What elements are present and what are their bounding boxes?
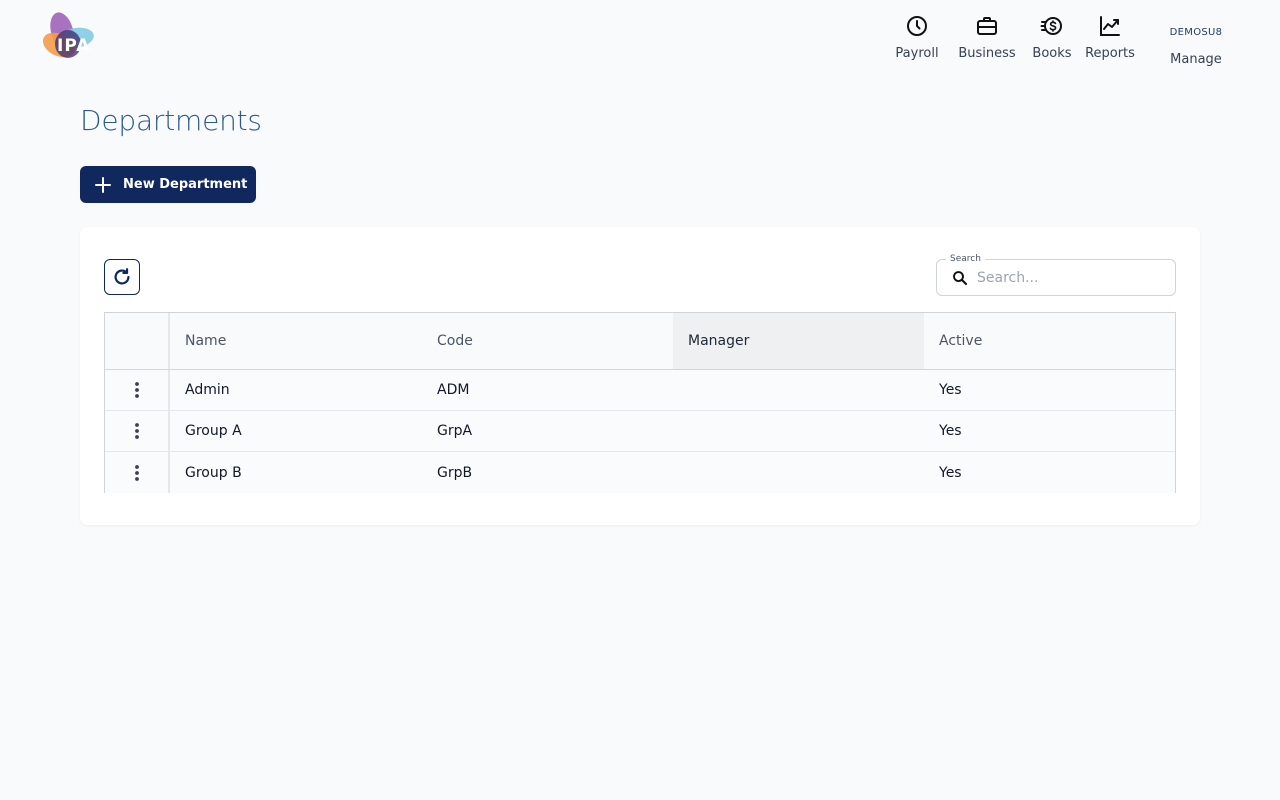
cell-code: GrpB bbox=[437, 464, 473, 481]
plus-icon bbox=[95, 176, 111, 193]
new-department-button[interactable]: New Department bbox=[80, 166, 256, 203]
main-nav: Payroll Business Books Reports DEMOSU8 M… bbox=[880, 14, 1226, 70]
departments-table: Name Code Manager Active Admin ADM Yes G… bbox=[104, 312, 1176, 493]
nav-reports[interactable]: Reports bbox=[1082, 14, 1138, 70]
row-actions bbox=[105, 370, 170, 410]
departments-card: Search Name Code Manager Active Admin AD… bbox=[80, 227, 1200, 525]
ipa-logo[interactable]: IPA bbox=[36, 11, 96, 65]
nav-books-label: Books bbox=[1032, 46, 1072, 61]
cell-manager bbox=[673, 411, 924, 451]
cell-active: Yes bbox=[939, 382, 962, 398]
kebab-menu-icon[interactable] bbox=[128, 422, 146, 440]
header-actions bbox=[105, 313, 170, 369]
app-header: IPA Payroll Business Books Reports DEMOS… bbox=[0, 0, 1280, 80]
kebab-menu-icon[interactable] bbox=[128, 464, 146, 482]
refresh-button[interactable] bbox=[104, 259, 140, 295]
table-row[interactable]: Group B GrpB Yes bbox=[105, 452, 1175, 493]
nav-business-label: Business bbox=[958, 46, 1016, 61]
chart-line-icon bbox=[1100, 16, 1120, 36]
cell-manager bbox=[673, 452, 924, 493]
refresh-icon bbox=[114, 268, 130, 285]
page-title: Departments bbox=[80, 104, 262, 137]
coin-icon bbox=[1040, 17, 1062, 35]
table-row[interactable]: Admin ADM Yes bbox=[105, 370, 1175, 411]
search-field[interactable]: Search bbox=[936, 253, 1176, 296]
cell-code: ADM bbox=[437, 382, 470, 398]
search-legend: Search bbox=[946, 253, 985, 265]
username-label: DEMOSU8 bbox=[1169, 27, 1223, 38]
column-header-code[interactable]: Code bbox=[422, 313, 673, 369]
table-row[interactable]: Group A GrpA Yes bbox=[105, 411, 1175, 452]
cell-active: Yes bbox=[939, 423, 962, 439]
nav-manage[interactable]: DEMOSU8 Manage bbox=[1166, 14, 1226, 68]
search-input[interactable] bbox=[977, 266, 1167, 290]
cell-name: Group A bbox=[185, 423, 242, 439]
cell-manager bbox=[673, 370, 924, 410]
table-header: Name Code Manager Active bbox=[105, 313, 1175, 370]
kebab-menu-icon[interactable] bbox=[128, 381, 146, 399]
column-header-name[interactable]: Name bbox=[170, 313, 422, 369]
cell-name: Admin bbox=[185, 382, 230, 398]
cell-name: Group B bbox=[185, 464, 242, 481]
row-actions bbox=[105, 411, 170, 451]
clock-icon bbox=[907, 16, 927, 36]
nav-manage-label: Manage bbox=[1170, 52, 1222, 67]
column-header-manager[interactable]: Manager bbox=[673, 313, 924, 369]
search-icon bbox=[953, 271, 968, 286]
cell-code: GrpA bbox=[437, 423, 473, 439]
nav-payroll-label: Payroll bbox=[895, 46, 939, 61]
nav-payroll[interactable]: Payroll bbox=[888, 14, 946, 70]
briefcase-icon bbox=[977, 17, 997, 35]
row-actions bbox=[105, 452, 170, 493]
cell-active: Yes bbox=[939, 464, 962, 481]
column-header-active[interactable]: Active bbox=[924, 313, 1175, 369]
new-department-label: New Department bbox=[123, 177, 248, 192]
nav-reports-label: Reports bbox=[1085, 46, 1135, 61]
logo-text: IPA bbox=[57, 36, 91, 56]
nav-books[interactable]: Books bbox=[1030, 14, 1074, 70]
nav-business[interactable]: Business bbox=[954, 14, 1020, 70]
